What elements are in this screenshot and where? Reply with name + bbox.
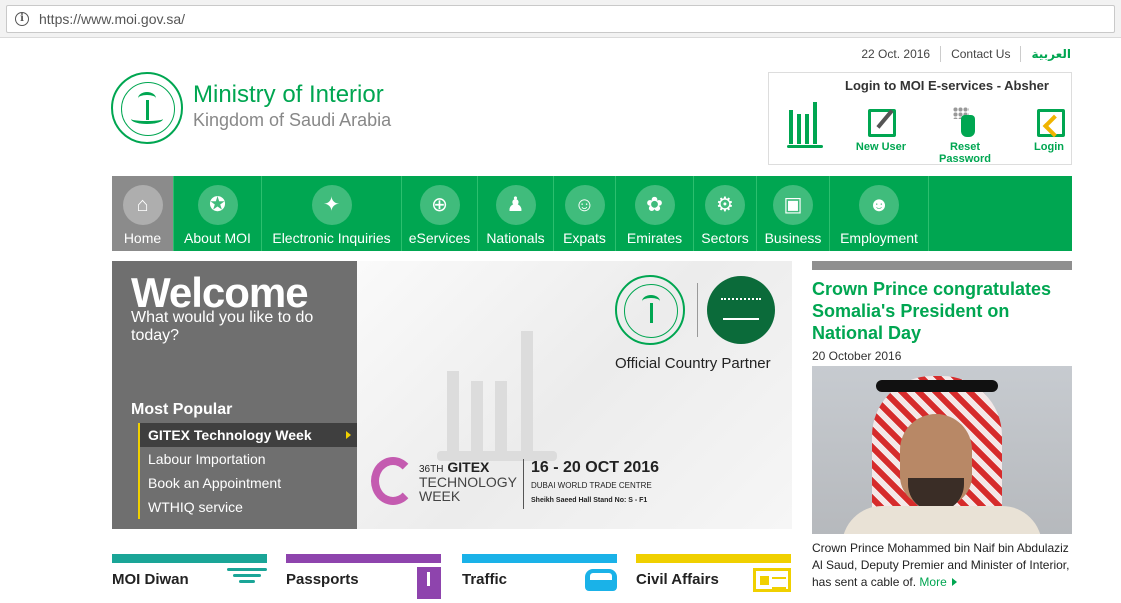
nav-icon: ☺ <box>564 185 605 225</box>
nav-icon: ✿ <box>634 185 675 225</box>
nav-label: eServices <box>408 230 471 246</box>
nav-label: Business <box>764 230 822 246</box>
absher-logo-icon <box>785 90 825 150</box>
top-links: 22 Oct. 2016 Contact Us العربية <box>851 46 1071 62</box>
gitex-wordmark: 36TH GITEX TECHNOLOGY WEEK <box>419 459 517 503</box>
reset-password-icon <box>953 107 981 139</box>
nav-item-emirates[interactable]: ✿ Emirates <box>616 176 694 251</box>
nav-label: About MOI <box>184 230 251 246</box>
site-logo[interactable]: Ministry of Interior Kingdom of Saudi Ar… <box>111 72 391 144</box>
news-photo[interactable] <box>812 366 1072 534</box>
info-icon[interactable]: i <box>15 12 29 26</box>
login-label: Login <box>1034 141 1064 153</box>
tile-civil-affairs[interactable]: Civil Affairs <box>636 554 791 603</box>
url-text[interactable]: https://www.moi.gov.sa/ <box>39 11 185 27</box>
reset-password-button[interactable]: Reset Password <box>923 105 1007 165</box>
nav-item-business[interactable]: ▣ Business <box>757 176 830 251</box>
nav-item-eservices[interactable]: ⊕ eServices <box>402 176 478 251</box>
new-user-label: New User <box>855 141 907 153</box>
nav-item-employment[interactable]: ☻ Employment <box>830 176 929 251</box>
new-user-button[interactable]: New User <box>839 105 923 165</box>
news-description: Crown Prince Mohammed bin Naif bin Abdul… <box>812 540 1072 591</box>
tile-label: Passports <box>286 571 359 588</box>
welcome-subtitle: What would you like to do today? <box>131 309 314 344</box>
nav-item-home[interactable]: ⌂ Home <box>112 176 174 251</box>
most-popular-item-appointment[interactable]: Book an Appointment <box>138 471 357 495</box>
nav-label: Emirates <box>626 230 683 246</box>
tile-moi-diwan[interactable]: MOI Diwan <box>112 554 267 603</box>
contact-us-link[interactable]: Contact Us <box>941 46 1022 62</box>
nav-label: Sectors <box>701 230 749 246</box>
most-popular-title: Most Popular <box>131 401 233 418</box>
address-field[interactable]: i https://www.moi.gov.sa/ <box>6 5 1115 33</box>
id-card-icon <box>753 568 791 592</box>
nav-icon: ⌂ <box>122 185 163 225</box>
welcome-panel: Welcome What would you like to do today?… <box>112 261 357 529</box>
browser-url-bar: i https://www.moi.gov.sa/ <box>0 0 1121 38</box>
gitex-logo-icon <box>371 457 415 505</box>
tile-label: Traffic <box>462 571 508 588</box>
logo-subtitle: Kingdom of Saudi Arabia <box>193 110 392 130</box>
nav-label: Electronic Inquiries <box>272 230 391 246</box>
most-popular-item-labour[interactable]: Labour Importation <box>138 447 357 471</box>
absher-title: Login to MOI E-services - Absher <box>845 78 1049 93</box>
gitex-stand: Sheikh Saeed Hall Stand No: S - F1 <box>531 497 648 504</box>
diwan-icon <box>227 568 267 590</box>
absher-watermark-icon <box>437 301 557 481</box>
login-icon <box>1037 109 1065 137</box>
new-user-icon <box>868 109 896 137</box>
saudi-emblem-icon <box>111 72 183 144</box>
tile-passports[interactable]: Passports <box>286 554 441 603</box>
nav-icon: ♟ <box>495 185 536 225</box>
nav-icon: ⚙ <box>705 185 745 225</box>
service-tiles: MOI Diwan Passports Traffic Civil Affair… <box>112 554 792 603</box>
tile-label: MOI Diwan <box>112 571 189 588</box>
nav-icon: ⊕ <box>419 185 460 225</box>
gitex-name: GITEX <box>447 459 490 475</box>
most-popular-item-gitex[interactable]: GITEX Technology Week <box>138 423 357 447</box>
nav-item-sectors[interactable]: ⚙ Sectors <box>694 176 757 251</box>
saudi-flag-icon <box>707 276 775 344</box>
car-icon <box>585 569 617 591</box>
nav-label: Nationals <box>486 230 545 246</box>
main-navigation: ⌂ Home ✪ About MOI ✦ Electronic Inquiries ⊕ eSe… <box>112 176 1072 251</box>
news-title[interactable]: Crown Prince congratulates Somalia's Pre… <box>812 278 1072 344</box>
nav-label: Employment <box>840 230 918 246</box>
news-date: 20 October 2016 <box>812 349 902 363</box>
passport-icon <box>417 567 441 599</box>
nav-icon: ☻ <box>859 185 899 225</box>
gitex-date: 16 - 20 OCT 2016 <box>531 459 660 476</box>
news-panel: Crown Prince congratulates Somalia's Pre… <box>812 261 1072 591</box>
gitex-line3: WEEK <box>419 488 461 504</box>
most-popular-list: GITEX Technology Week Labour Importation… <box>138 423 357 519</box>
nav-item-nationals[interactable]: ♟ Nationals <box>478 176 554 251</box>
nav-label: Expats <box>563 230 606 246</box>
moi-emblem-icon <box>615 275 685 345</box>
nav-item-about-moi[interactable]: ✪ About MOI <box>174 176 262 251</box>
nav-item-expats[interactable]: ☺ Expats <box>554 176 616 251</box>
absher-login-box: Login to MOI E-services - Absher New Use… <box>768 72 1072 165</box>
nav-label: Home <box>123 230 162 246</box>
nav-item-electronic-inquiries[interactable]: ✦ Electronic Inquiries <box>262 176 402 251</box>
logo-title: Ministry of Interior <box>193 81 384 108</box>
most-popular-item-wthiq[interactable]: WTHIQ service <box>138 495 357 519</box>
arabic-language-link[interactable]: العربية <box>1021 46 1071 62</box>
current-date: 22 Oct. 2016 <box>851 46 942 62</box>
nav-icon: ✦ <box>311 185 352 225</box>
news-more-link[interactable]: More <box>919 575 956 589</box>
gitex-line2: TECHNOLOGY <box>419 474 518 490</box>
partner-text: Official Country Partner <box>615 355 771 372</box>
gitex-venue: DUBAI WORLD TRADE CENTRE <box>531 481 652 490</box>
nav-icon: ✪ <box>197 185 238 225</box>
tile-label: Civil Affairs <box>636 571 719 588</box>
gitex-banner[interactable]: Official Country Partner 36TH GITEX TECH… <box>357 261 792 529</box>
tile-traffic[interactable]: Traffic <box>462 554 617 603</box>
login-button[interactable]: Login <box>1007 105 1091 165</box>
reset-password-label: Reset Password <box>939 141 991 165</box>
nav-icon: ▣ <box>773 185 813 225</box>
